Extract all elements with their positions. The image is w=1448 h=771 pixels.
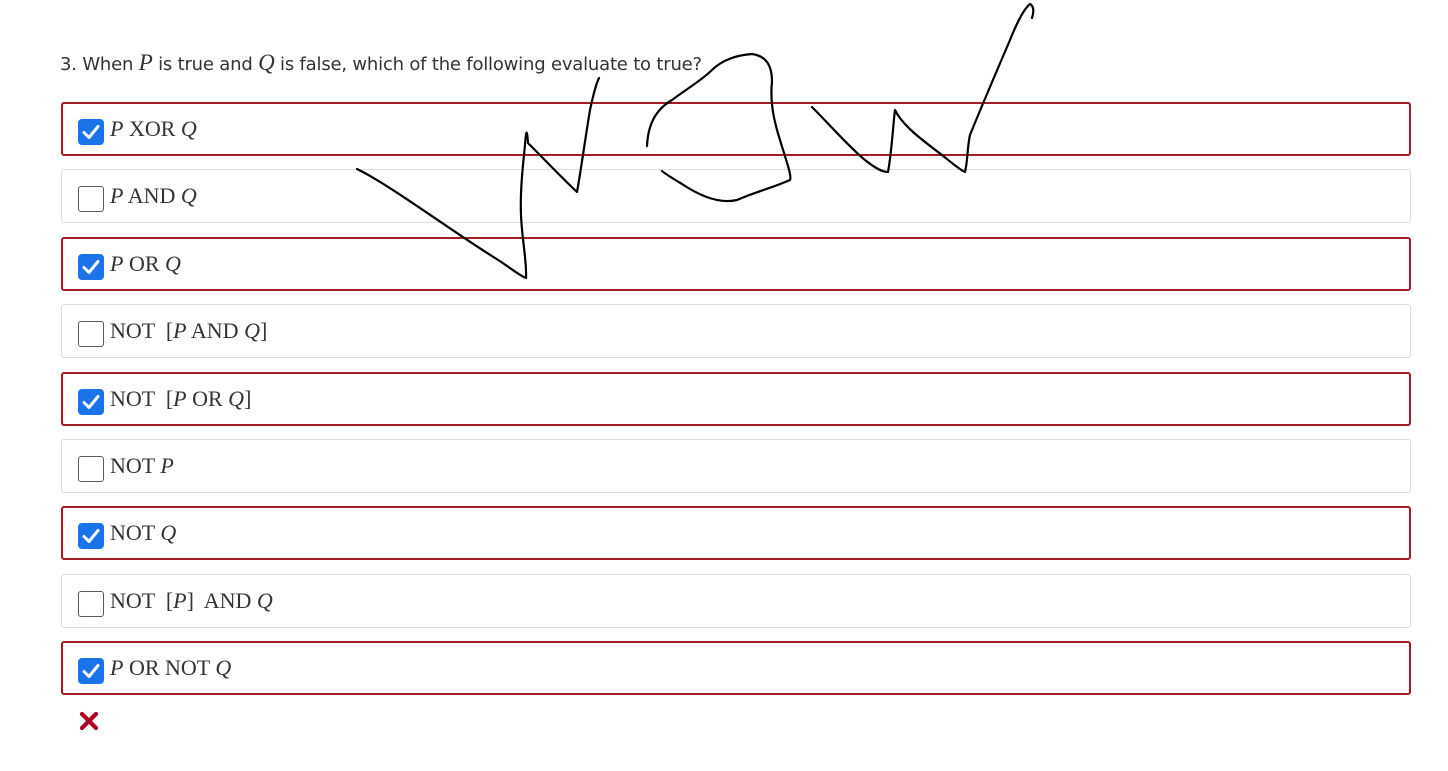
checkbox[interactable] <box>78 523 104 550</box>
checkmark-icon <box>82 664 100 679</box>
option-label: NOT [P] AND Q <box>110 587 273 613</box>
checkmark-icon <box>82 125 100 139</box>
option-label: NOT P <box>110 452 174 478</box>
option-not-q[interactable]: NOT Q <box>61 506 1411 561</box>
checkmark-icon <box>82 259 100 274</box>
variable-q: Q <box>258 50 275 75</box>
option-label: NOT [P AND Q] <box>110 318 268 344</box>
checkbox[interactable] <box>78 590 104 617</box>
option-p-and-q[interactable]: P AND Q <box>61 169 1411 224</box>
incorrect-x-icon <box>79 711 99 731</box>
question-text-part-2: is true and <box>158 54 253 75</box>
question-text-part-3: is false, which of the following evaluat… <box>280 54 702 75</box>
checkmark-icon <box>82 529 100 544</box>
checkmark-icon <box>82 394 100 409</box>
option-not-p-and-q-2[interactable]: NOT [P] AND Q <box>61 573 1411 628</box>
option-p-or-not-q[interactable]: P OR NOT Q <box>61 641 1411 696</box>
question-text-part-1: When <box>82 54 134 75</box>
checkbox[interactable] <box>78 321 104 348</box>
variable-p: P <box>138 50 153 75</box>
option-label: P OR NOT Q <box>110 655 232 681</box>
checkbox[interactable] <box>78 253 104 280</box>
option-not-p-and-q[interactable]: NOT [P AND Q] <box>61 304 1411 359</box>
option-not-p-or-q[interactable]: NOT [P OR Q] <box>61 371 1411 426</box>
checkbox[interactable] <box>78 455 104 482</box>
checkbox[interactable] <box>78 658 104 685</box>
option-p-xor-q[interactable]: P XOR Q <box>61 102 1411 156</box>
option-label: P XOR Q <box>110 116 197 141</box>
answer-options: P XOR Q P AND Q P OR Q NOT [P AND Q] NOT… <box>61 102 1411 709</box>
checkbox[interactable] <box>78 388 104 415</box>
question-number: 3. <box>60 54 77 75</box>
option-p-or-q[interactable]: P OR Q <box>61 236 1411 291</box>
option-label: P AND Q <box>110 183 197 209</box>
checkbox[interactable] <box>78 186 104 213</box>
option-label: NOT [P OR Q] <box>110 385 252 411</box>
option-label: NOT Q <box>110 520 177 546</box>
checkbox[interactable] <box>78 119 104 145</box>
question-text: 3. When P is true and Q is false, which … <box>60 50 702 76</box>
option-not-p[interactable]: NOT P <box>61 438 1411 493</box>
option-label: P OR Q <box>110 250 181 276</box>
